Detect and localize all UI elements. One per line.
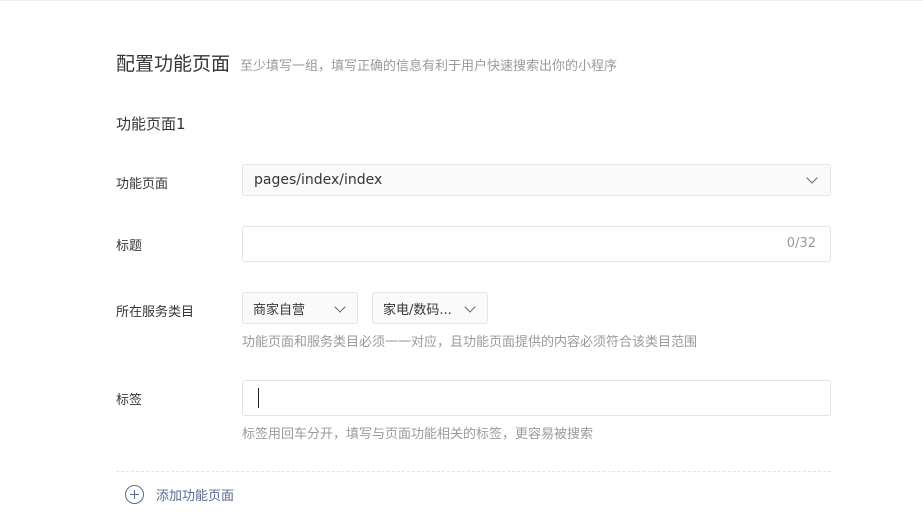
page-header: 配置功能页面 至少填写一组，填写正确的信息有利于用户快速搜索出你的小程序	[116, 49, 617, 76]
category-field-label: 所在服务类目	[116, 305, 195, 320]
title-input[interactable]: 0/32	[242, 226, 831, 262]
tags-hint: 标签用回车分开，填写与页面功能相关的标签，更容易被搜索	[242, 427, 594, 442]
category-secondary-value: 家电/数码...	[383, 302, 452, 318]
add-page-button[interactable]: 添加功能页面	[125, 485, 234, 504]
chevron-down-icon	[806, 172, 818, 184]
chevron-down-icon	[464, 301, 476, 313]
section-divider	[116, 471, 831, 472]
plus-circle-icon	[125, 485, 144, 504]
page-select-value: pages/index/index	[254, 172, 383, 188]
page: 配置功能页面 至少填写一组，填写正确的信息有利于用户快速搜索出你的小程序 功能页…	[0, 0, 923, 518]
tags-input[interactable]	[242, 380, 831, 416]
tags-field-label: 标签	[116, 393, 143, 408]
category-primary-select[interactable]: 商家自营	[242, 292, 358, 324]
text-cursor	[258, 388, 259, 408]
title-char-counter: 0/32	[786, 236, 816, 251]
chevron-down-icon	[334, 301, 346, 313]
title-field-label: 标题	[116, 239, 143, 254]
page-select[interactable]: pages/index/index	[242, 164, 831, 196]
page-title: 配置功能页面	[116, 53, 231, 75]
page-field-label: 功能页面	[116, 177, 169, 192]
add-page-label: 添加功能页面	[156, 489, 235, 504]
category-secondary-select[interactable]: 家电/数码...	[372, 292, 488, 324]
group-title: 功能页面1	[116, 115, 186, 133]
category-primary-value: 商家自营	[253, 302, 306, 318]
category-hint: 功能页面和服务类目必须一一对应，且功能页面提供的内容必须符合该类目范围	[242, 335, 698, 350]
page-description: 至少填写一组，填写正确的信息有利于用户快速搜索出你的小程序	[240, 59, 618, 74]
